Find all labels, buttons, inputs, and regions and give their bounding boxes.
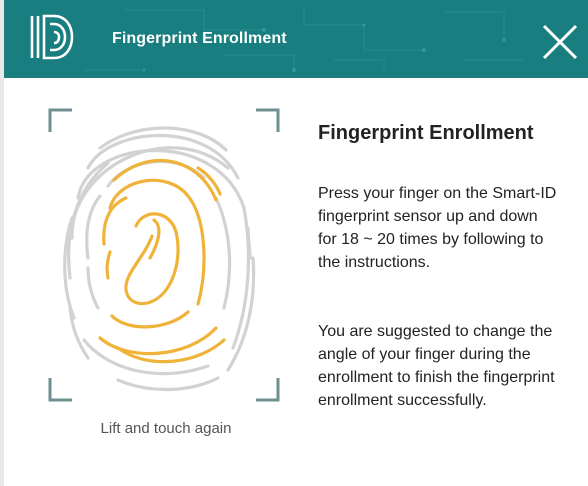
circuit-pattern [84,8,524,72]
corner-bracket-bottom-right [256,378,280,402]
smart-id-logo-icon [30,14,74,60]
suggestion-paragraph: You are suggested to change the angle of… [318,323,555,409]
close-icon[interactable] [540,22,580,62]
fingerprint-icon [63,126,256,392]
corner-bracket-bottom-left [48,378,72,402]
corner-bracket-top-left [48,108,72,132]
info-heading: Fingerprint Enrollment [318,122,534,144]
fingerprint-scan-area [48,108,280,402]
title-bar: Fingerprint Enrollment [4,0,588,78]
instruction-paragraph: Press your finger on the Smart-ID finger… [318,185,557,271]
enrollment-window: Fingerprint Enrollment Lift and touch ag… [0,0,588,486]
window-title: Fingerprint Enrollment [112,30,287,47]
scan-status-caption: Lift and touch again [100,420,232,437]
corner-bracket-top-right [256,108,280,132]
